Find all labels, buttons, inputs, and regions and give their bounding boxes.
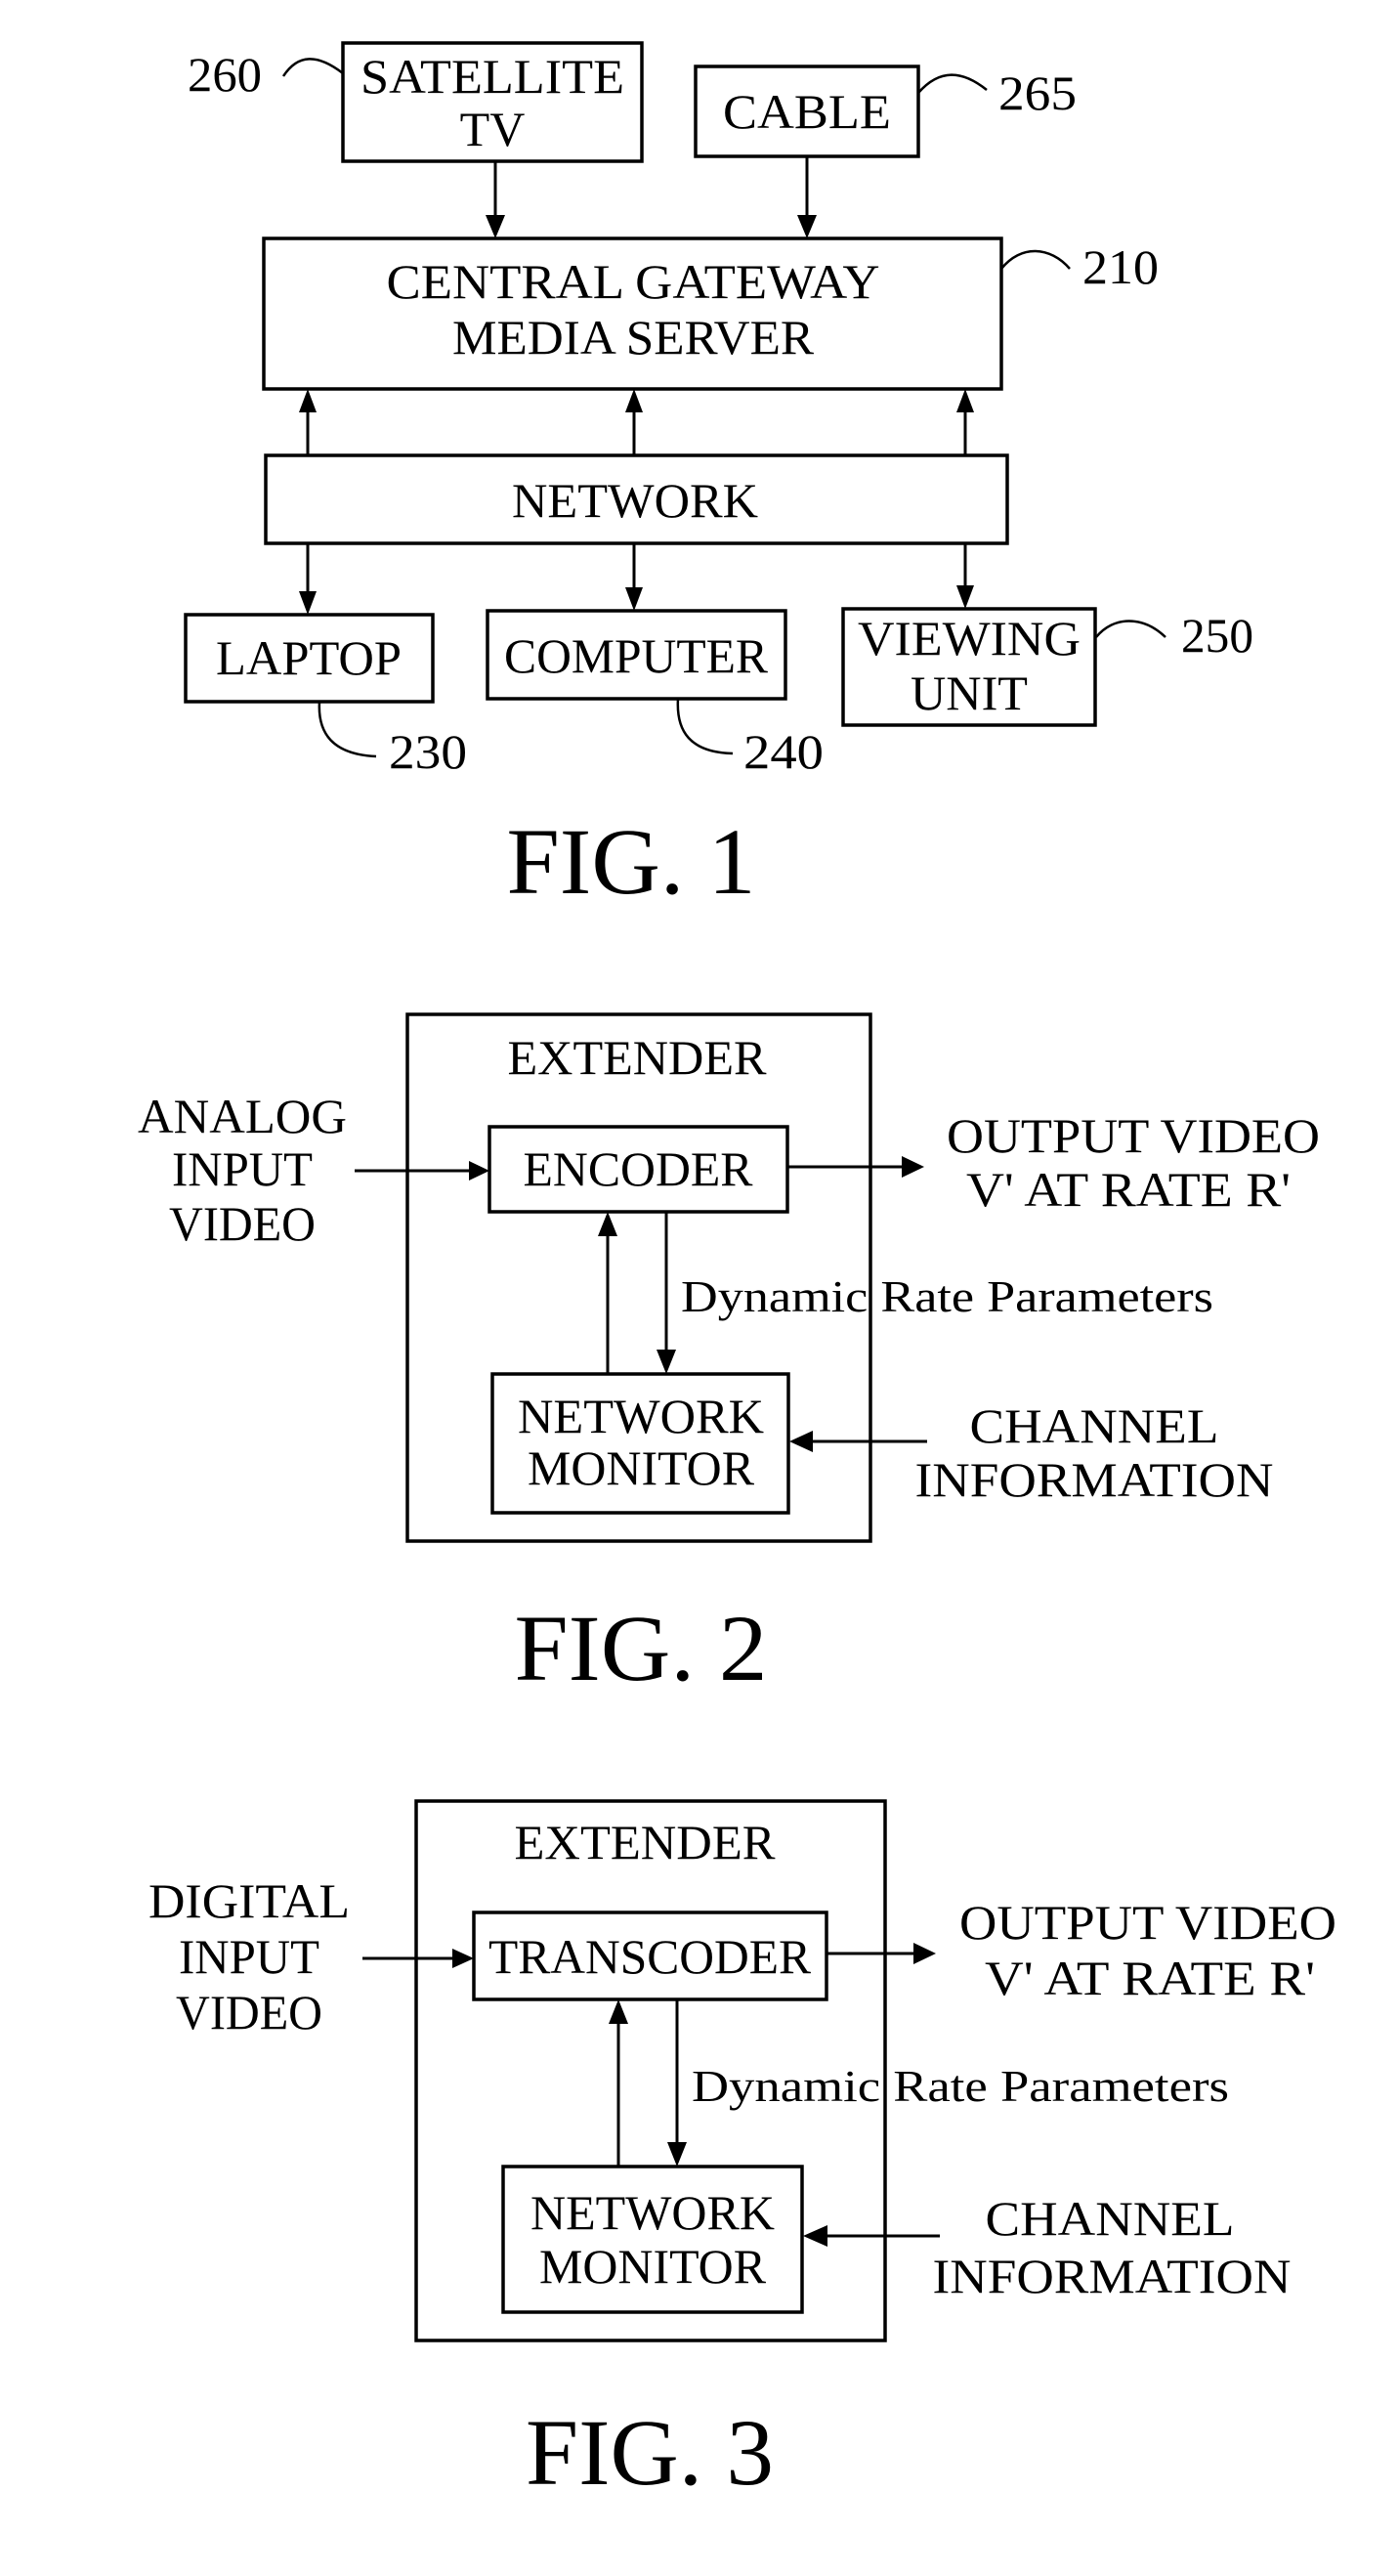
output-label-line1: OUTPUT VIDEO <box>959 1895 1336 1950</box>
fig1-caption: FIG. 1 <box>507 809 756 914</box>
arrowhead-right-icon <box>469 1161 489 1181</box>
viewing-unit-ref-leader <box>1095 620 1166 638</box>
cable-ref-number: 265 <box>998 65 1077 120</box>
network-block: NETWORK <box>264 453 1009 545</box>
computer-ref-number: 240 <box>743 724 824 779</box>
laptop-ref-number: 230 <box>389 724 467 779</box>
network-monitor-label-line1: NETWORK <box>518 1389 764 1443</box>
fig1-diagram: SATELLITE TV 260 CABLE 265 CENTRAL GATEW… <box>184 41 1253 914</box>
transcoder-label: TRANSCODER <box>488 1929 812 1984</box>
fig3-caption: FIG. 3 <box>526 2400 774 2505</box>
arrowhead-up-icon <box>956 389 974 412</box>
arrowhead-down-icon <box>797 215 817 238</box>
input-label-line3: VIDEO <box>169 1196 316 1251</box>
extender-label: EXTENDER <box>508 1030 768 1085</box>
arrowhead-right-icon <box>452 1949 474 1968</box>
arrowhead-up-icon <box>598 1212 617 1236</box>
central-gateway-block: CENTRAL GATEWAY MEDIA SERVER <box>262 236 1003 391</box>
network-monitor-label-line1: NETWORK <box>530 2185 775 2240</box>
gateway-ref-leader <box>1000 249 1071 270</box>
channel-label-line1: CHANNEL <box>970 1398 1219 1453</box>
output-label-line2: V' AT RATE R' <box>966 1162 1291 1217</box>
arrowhead-left-icon <box>789 1431 813 1452</box>
cable-ref-leader <box>917 73 988 94</box>
output-label-line1: OUTPUT VIDEO <box>947 1108 1320 1163</box>
dynamic-rate-parameters-label: Dynamic Rate Parameters <box>681 1271 1213 1321</box>
network-label: NETWORK <box>512 473 758 528</box>
arrowhead-down-icon <box>625 587 643 611</box>
arrowhead-up-icon <box>299 389 317 412</box>
arrowhead-down-icon <box>956 585 974 609</box>
arrowhead-down-icon <box>486 215 505 238</box>
gateway-label-line2: MEDIA SERVER <box>452 310 815 365</box>
input-label-line3: VIDEO <box>176 1985 322 2039</box>
fig3-diagram: EXTENDER DIGITAL INPUT VIDEO TRANSCODER … <box>148 1799 1336 2505</box>
network-monitor-label-line2: MONITOR <box>528 1440 755 1495</box>
laptop-ref-leader <box>318 701 377 758</box>
input-label-line2: INPUT <box>172 1141 313 1196</box>
arrowhead-left-icon <box>803 2225 827 2247</box>
input-label-line1: DIGITAL <box>148 1873 350 1928</box>
laptop-block: LAPTOP <box>184 613 435 704</box>
viewing-unit-ref-number: 250 <box>1181 608 1253 663</box>
satellite-tv-label-line1: SATELLITE <box>360 49 624 104</box>
gateway-label-line1: CENTRAL GATEWAY <box>387 254 880 309</box>
viewing-unit-label-line1: VIEWING <box>858 611 1081 665</box>
computer-block: COMPUTER <box>486 609 787 701</box>
fig2-diagram: EXTENDER ANALOG INPUT VIDEO ENCODER OUTP… <box>138 1012 1320 1700</box>
satellite-tv-block: SATELLITE TV <box>341 41 644 163</box>
fig2-caption: FIG. 2 <box>515 1596 768 1700</box>
channel-label-line2: INFORMATION <box>915 1452 1274 1507</box>
laptop-label: LAPTOP <box>216 630 402 685</box>
arrowhead-down-icon <box>299 591 317 615</box>
viewing-unit-label-line2: UNIT <box>911 665 1028 720</box>
network-monitor-label-line2: MONITOR <box>539 2239 767 2294</box>
extender-label: EXTENDER <box>515 1815 777 1869</box>
encoder-label: ENCODER <box>524 1141 754 1196</box>
channel-label-line2: INFORMATION <box>933 2249 1292 2303</box>
arrowhead-up-icon <box>625 389 643 412</box>
satellite-ref-number: 260 <box>188 47 262 102</box>
channel-label-line1: CHANNEL <box>986 2191 1235 2246</box>
arrowhead-up-icon <box>609 1999 628 2024</box>
arrowhead-right-icon <box>902 1156 924 1178</box>
satellite-tv-label-line2: TV <box>460 102 526 156</box>
input-label-line1: ANALOG <box>138 1089 347 1143</box>
gateway-ref-number: 210 <box>1082 239 1159 294</box>
viewing-unit-block: VIEWING UNIT <box>841 607 1097 727</box>
arrowhead-right-icon <box>913 1943 936 1964</box>
arrowhead-down-icon <box>667 2142 687 2167</box>
patent-drawing-sheet: SATELLITE TV 260 CABLE 265 CENTRAL GATEW… <box>138 41 1336 2505</box>
cable-block: CABLE <box>694 64 920 158</box>
cable-label: CABLE <box>723 84 891 139</box>
input-label-line2: INPUT <box>179 1929 319 1984</box>
satellite-ref-leader <box>281 58 344 77</box>
dynamic-rate-parameters-label: Dynamic Rate Parameters <box>692 2061 1229 2111</box>
computer-label: COMPUTER <box>504 628 769 683</box>
computer-ref-leader <box>676 698 734 755</box>
output-label-line2: V' AT RATE R' <box>985 1951 1315 2005</box>
arrowhead-down-icon <box>657 1350 676 1374</box>
